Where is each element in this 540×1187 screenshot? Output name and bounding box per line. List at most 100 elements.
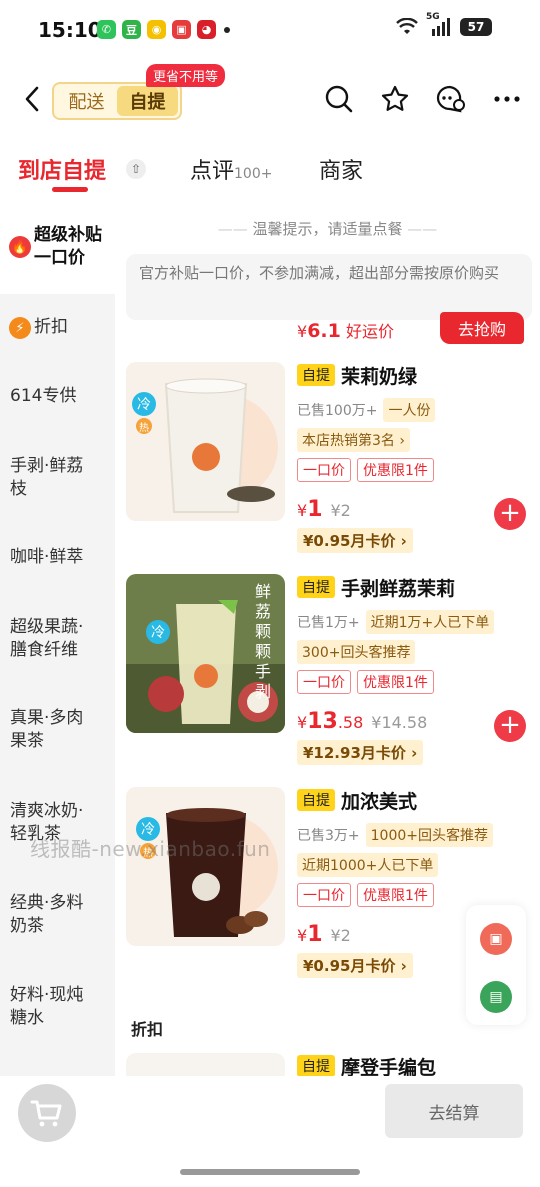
product-image[interactable]: 冷 热 bbox=[126, 787, 285, 946]
add-to-cart-button[interactable]: + bbox=[494, 498, 526, 530]
price-value: 1 bbox=[307, 922, 323, 947]
product-card[interactable]: 自提 摩登手编包 bbox=[115, 1053, 540, 1076]
bottom-bar: 去结算 bbox=[0, 1076, 540, 1187]
price-decimal: .58 bbox=[337, 713, 364, 732]
product-info: 自提 手剥鲜荔茉莉 已售1万+ 近期1万+人已下单 300+回头客推荐 一口价 … bbox=[297, 574, 537, 694]
sidebar-item-discount[interactable]: ⚡ 折扣 bbox=[0, 316, 115, 339]
product-name: 茉莉奶绿 bbox=[341, 365, 418, 388]
sidebar-item-coffee[interactable]: 咖啡·鲜萃 bbox=[0, 546, 115, 569]
sidebar-item-label: 真果·多肉果茶 bbox=[10, 708, 84, 751]
pickup-tag: 自提 bbox=[297, 789, 335, 811]
wechat-icon: ✆ bbox=[97, 20, 116, 39]
wifi-icon bbox=[396, 18, 418, 34]
sidebar-item-fruit-tea[interactable]: 真果·多肉果茶 bbox=[0, 707, 92, 753]
star-favorite-icon[interactable] bbox=[378, 82, 412, 116]
nav-actions bbox=[322, 82, 524, 116]
sidebar-item-sweet-soup[interactable]: 好料·现炖糖水 bbox=[0, 984, 92, 1030]
nav-bar: 配送 自提 更省不用等 bbox=[0, 62, 540, 142]
delivery-mode-toggle[interactable]: 配送 自提 bbox=[52, 82, 182, 120]
section-heading-discount: 折扣 bbox=[131, 1020, 164, 1039]
cold-badge: 冷 bbox=[132, 392, 156, 416]
product-rank: 近期1000+人已下单 bbox=[297, 853, 439, 877]
price-value: 1 bbox=[307, 497, 323, 522]
grab-button[interactable]: 去抢购 bbox=[440, 312, 524, 344]
lucky-price: ¥6.1 好运价 bbox=[297, 318, 394, 342]
pickup-tag: 自提 bbox=[297, 364, 335, 386]
lucky-currency: ¥ bbox=[297, 322, 308, 341]
sidebar-item-milk-tea[interactable]: 经典·多料奶茶 bbox=[0, 892, 92, 938]
product-card[interactable]: 冷 热 自提 茉莉奶绿 已售100万+ 一人份 本店热销第3名 › 一口价 优惠… bbox=[115, 362, 540, 562]
more-options-icon[interactable] bbox=[490, 82, 524, 116]
product-name: 摩登手编包 bbox=[341, 1056, 437, 1077]
tmall-icon: ◕ bbox=[197, 20, 216, 39]
sidebar-item-label: 614专供 bbox=[10, 386, 77, 406]
product-rank[interactable]: 本店热销第3名 › bbox=[297, 428, 410, 452]
price-currency: ¥ bbox=[297, 501, 308, 520]
member-card-price[interactable]: ¥0.95月卡价 › bbox=[297, 528, 413, 553]
product-info: 自提 加浓美式 已售3万+ 1000+回头客推荐 近期1000+人已下单 一口价… bbox=[297, 787, 537, 907]
mode-pickup-option[interactable]: 自提 bbox=[117, 86, 178, 116]
group-chat-icon[interactable] bbox=[434, 82, 468, 116]
status-time: 15:10 bbox=[38, 18, 102, 42]
weibo-icon: ◉ bbox=[147, 20, 166, 39]
product-chip: 一人份 bbox=[383, 398, 436, 422]
status-app-icons: ✆ 豆 ◉ ▣ ◕ bbox=[97, 20, 230, 39]
watermark: 线报酷-new.xianbao.fun bbox=[30, 837, 271, 861]
product-price: ¥1 ¥2 bbox=[297, 497, 351, 522]
tab-reviews-label: 点评 bbox=[190, 159, 235, 184]
tab-merchant[interactable]: 商家 bbox=[319, 153, 363, 185]
product-chip: 近期1万+人已下单 bbox=[365, 610, 495, 634]
product-image[interactable] bbox=[126, 1053, 285, 1076]
product-sold: 已售1万+ bbox=[297, 615, 360, 631]
original-price: ¥14.58 bbox=[371, 713, 428, 732]
product-info: 自提 摩登手编包 bbox=[297, 1053, 537, 1076]
tab-store-pickup[interactable]: 到店自提 bbox=[18, 153, 106, 185]
float-add-icon[interactable]: ▣ bbox=[480, 923, 512, 955]
status-right: 5G 57 bbox=[396, 12, 492, 36]
add-to-cart-button[interactable]: + bbox=[494, 710, 526, 742]
tab-reviews[interactable]: 点评100+ bbox=[190, 153, 272, 185]
sidebar-item-super-subsidy[interactable]: 🔥 超级补贴一口价 bbox=[0, 210, 115, 294]
douban-icon: 豆 bbox=[122, 20, 141, 39]
sidebar-item-veggie[interactable]: 超级果蔬·膳食纤维 bbox=[0, 616, 96, 662]
product-name: 加浓美式 bbox=[341, 790, 418, 813]
shopping-cart-icon[interactable] bbox=[18, 1084, 76, 1142]
mode-delivery-option[interactable]: 配送 bbox=[56, 86, 117, 116]
promo-fixed-price: 一口价 bbox=[297, 883, 351, 907]
home-indicator[interactable] bbox=[180, 1169, 360, 1175]
store-tabs: 到店自提 ⇧ 点评100+ 商家 bbox=[0, 145, 540, 195]
subsidy-notice: 官方补贴一口价，不参加满减，超出部分需按原价购买 bbox=[126, 254, 532, 320]
member-card-price[interactable]: ¥0.95月卡价 › bbox=[297, 953, 413, 978]
float-coupon-icon[interactable]: ▤ bbox=[480, 981, 512, 1013]
original-price: ¥2 bbox=[330, 501, 351, 520]
battery-icon: 57 bbox=[460, 18, 492, 36]
category-sidebar: 🔥 超级补贴一口价 ⚡ 折扣 614专供 手剥·鲜荔枝 咖啡·鲜萃 超级果蔬·膳… bbox=[0, 210, 115, 1076]
product-image[interactable]: 冷 鲜荔颗颗手剥 bbox=[126, 574, 285, 733]
member-card-price[interactable]: ¥12.93月卡价 › bbox=[297, 740, 424, 765]
tab-active-indicator bbox=[52, 187, 88, 192]
search-icon[interactable] bbox=[322, 82, 356, 116]
sidebar-item-614[interactable]: 614专供 bbox=[0, 385, 115, 408]
collapse-up-icon[interactable]: ⇧ bbox=[126, 159, 146, 179]
floating-actions: ▣ ▤ bbox=[466, 905, 526, 1025]
product-name: 手剥鲜荔茉莉 bbox=[341, 577, 456, 600]
sidebar-item-label: 折扣 bbox=[34, 317, 68, 337]
promo-limit: 优惠限1件 bbox=[357, 670, 434, 694]
sidebar-item-label: 经典·多料奶茶 bbox=[10, 893, 84, 936]
lucky-price-value: 6.1 bbox=[307, 320, 341, 342]
original-price: ¥2 bbox=[330, 926, 351, 945]
app-red-icon: ▣ bbox=[172, 20, 191, 39]
checkout-button[interactable]: 去结算 bbox=[385, 1084, 523, 1138]
product-card[interactable]: 冷 鲜荔颗颗手剥 自提 手剥鲜荔茉莉 已售1万+ 近期1万+人已下单 300+回… bbox=[115, 574, 540, 774]
flame-icon: 🔥 bbox=[9, 236, 31, 258]
price-currency: ¥ bbox=[297, 926, 308, 945]
sidebar-item-label: 手剥·鲜荔枝 bbox=[10, 456, 84, 499]
product-price: ¥13.58 ¥14.58 bbox=[297, 709, 427, 734]
product-image[interactable]: 冷 热 bbox=[126, 362, 285, 521]
promo-limit: 优惠限1件 bbox=[357, 883, 434, 907]
sidebar-item-label: 超级补贴一口价 bbox=[34, 225, 102, 268]
sidebar-item-lychee[interactable]: 手剥·鲜荔枝 bbox=[0, 455, 92, 501]
product-sold: 已售3万+ bbox=[297, 828, 360, 844]
cold-badge: 冷 bbox=[146, 620, 170, 644]
back-arrow-icon[interactable] bbox=[18, 84, 48, 114]
